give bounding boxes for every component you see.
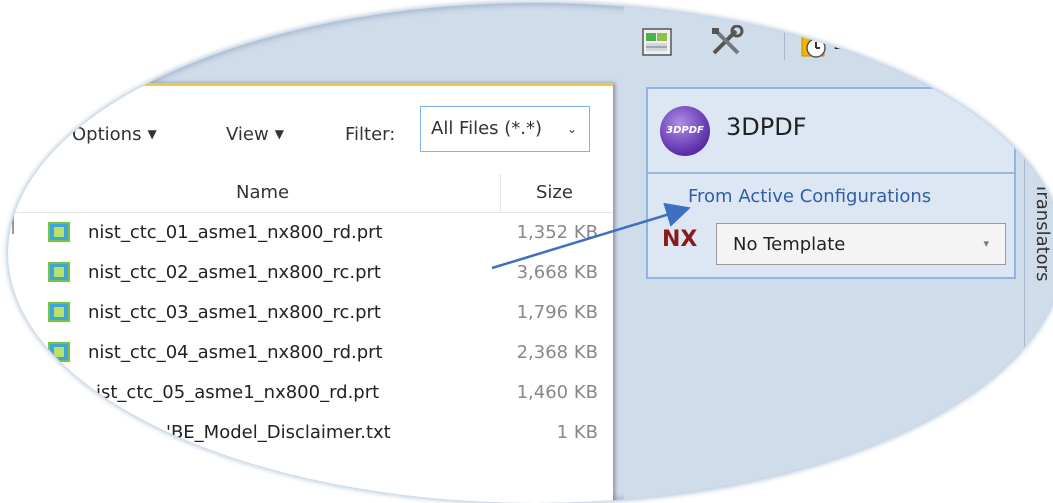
annotation-arrow — [491, 202, 691, 270]
vignette-background: Batc 3DPDF 3DPDF From Active Configurati… — [8, 3, 1053, 503]
